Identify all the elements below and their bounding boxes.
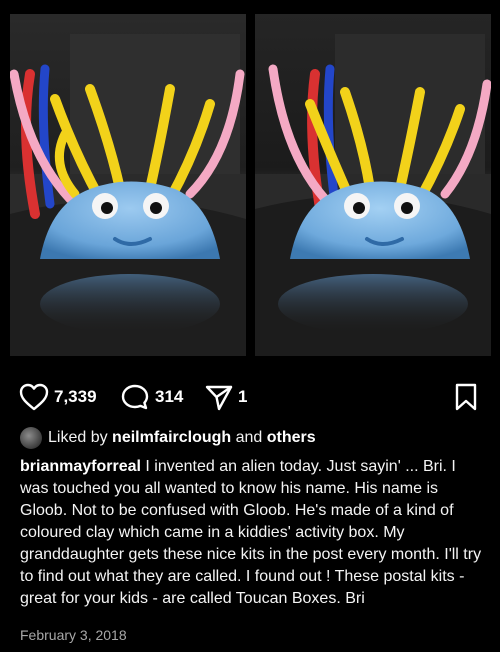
alien-clay-photo-right xyxy=(255,14,491,356)
comment-count: 314 xyxy=(155,387,184,406)
liked-by-prefix: Liked by xyxy=(48,429,108,446)
post-action-bar: 7,339 314 1 xyxy=(0,380,500,414)
heart-icon xyxy=(19,383,49,411)
alien-clay-photo-left xyxy=(10,14,246,356)
post-date: February 3, 2018 xyxy=(20,627,127,643)
post-photo-2[interactable] xyxy=(255,14,491,356)
like-count: 7,339 xyxy=(54,387,97,406)
send-icon xyxy=(205,385,233,411)
comment-button[interactable]: 314 xyxy=(119,380,183,414)
share-button[interactable]: 1 xyxy=(204,380,247,414)
comment-bubble-icon xyxy=(121,384,149,410)
save-button[interactable] xyxy=(453,380,479,414)
post-media-carousel[interactable] xyxy=(0,0,500,372)
liked-by-username[interactable]: neilmfairclough xyxy=(112,429,231,447)
liked-by-others[interactable]: others xyxy=(267,429,316,447)
caption-text: I invented an alien today. Just sayin' .… xyxy=(20,458,482,607)
liked-by-row[interactable]: Liked by neilmfairclough and others xyxy=(20,427,316,449)
like-button[interactable]: 7,339 xyxy=(18,380,97,414)
share-count: 1 xyxy=(238,387,248,406)
avatar[interactable] xyxy=(20,427,42,449)
liked-by-conjunction: and xyxy=(235,429,263,446)
post-photo-1[interactable] xyxy=(10,14,246,356)
caption-username[interactable]: brianmayforreal xyxy=(20,458,141,475)
bookmark-icon xyxy=(455,383,477,411)
post-caption: brianmayforreal I invented an alien toda… xyxy=(20,456,488,610)
